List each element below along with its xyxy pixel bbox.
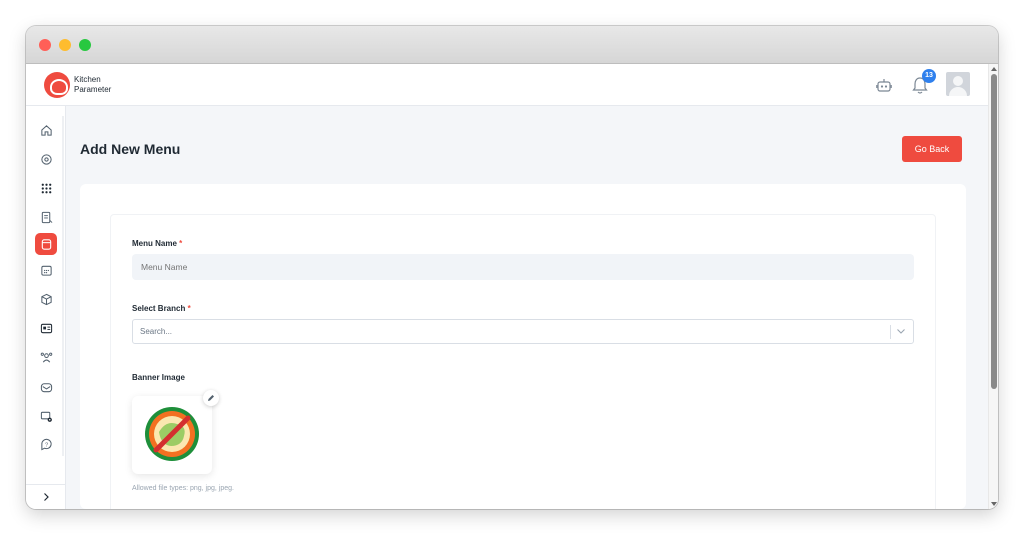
browser-window: Kitchen Parameter 13 ? Add New Menu Go B… [26,26,998,509]
edit-image-button[interactable] [203,390,219,406]
robot-icon[interactable] [876,77,892,93]
file-type-hint: Allowed file types: png, jpg, jpeg. [132,485,234,492]
chevron-down-icon[interactable] [896,326,906,336]
sidebar-item-orders[interactable] [35,206,57,228]
user-avatar[interactable] [946,72,970,96]
sidebar-item-apps[interactable] [35,177,57,199]
sidebar-item-schedule[interactable] [35,259,57,281]
grid-dots-icon [41,183,51,193]
sidebar-scrollbar[interactable] [62,116,64,456]
minimize-window-button[interactable] [59,39,71,51]
calendar-icon [40,265,52,276]
brand-name: Kitchen Parameter [74,75,111,95]
mail-icon [40,382,52,392]
scrollbar-thumb[interactable] [991,74,997,389]
sidebar-item-staff[interactable] [35,346,57,368]
sidebar-item-location[interactable] [35,148,57,170]
pencil-icon [208,395,214,401]
dashboard-icon [40,323,52,333]
location-icon [40,153,52,165]
sidebar-expand-button[interactable] [26,484,66,509]
brand-logo-icon [44,72,70,98]
branch-label-text: Select Branch [132,304,186,313]
sidebar-item-home[interactable] [35,119,57,141]
scroll-up-arrow-icon[interactable] [991,67,997,71]
menu-name-label-text: Menu Name [132,239,177,248]
app-header: Kitchen Parameter 13 [26,64,988,106]
window-titlebar [26,26,998,64]
box-icon [40,293,52,305]
form-section: Menu Name * Select Branch * Search... Ba… [110,214,936,509]
sidebar-item-menu[interactable] [35,233,57,255]
chevron-right-icon [44,493,49,501]
banner-placeholder-image [145,407,199,461]
go-back-button[interactable]: Go Back [902,136,962,162]
notification-count-badge: 13 [922,69,936,83]
home-icon [40,124,52,136]
main-content: Add New Menu Go Back Menu Name * Select … [66,106,988,509]
users-icon [40,352,52,362]
banner-image-preview[interactable] [132,396,212,474]
brand-name-line2: Parameter [74,85,112,94]
page-title: Add New Menu [80,141,181,157]
select-separator [890,325,891,339]
sidebar-item-help[interactable]: ? [35,433,57,455]
scroll-down-arrow-icon[interactable] [991,502,997,506]
menu-name-input[interactable] [132,254,914,280]
sidebar-item-settings[interactable] [35,405,57,427]
branch-label: Select Branch * [132,304,191,313]
sidebar-item-inventory[interactable] [35,288,57,310]
sidebar-item-messages[interactable] [35,376,57,398]
form-card: Menu Name * Select Branch * Search... Ba… [80,184,966,509]
sidebar: ? [26,106,66,509]
menu-book-icon [41,238,51,250]
brand-name-line1: Kitchen [74,75,101,84]
brand[interactable]: Kitchen Parameter [44,72,111,98]
close-window-button[interactable] [39,39,51,51]
required-mark: * [187,304,191,313]
maximize-window-button[interactable] [79,39,91,51]
help-icon: ? [40,438,52,450]
branch-select-placeholder: Search... [140,327,173,336]
branch-select[interactable]: Search... [132,319,914,344]
menu-name-label: Menu Name * [132,239,182,248]
banner-image-label: Banner Image [132,373,185,382]
sidebar-item-dashboard[interactable] [35,317,57,339]
svg-text:?: ? [44,442,47,448]
page-scrollbar[interactable] [988,64,998,509]
settings-card-icon [40,411,52,422]
required-mark: * [179,239,183,248]
receipt-icon [41,211,52,223]
